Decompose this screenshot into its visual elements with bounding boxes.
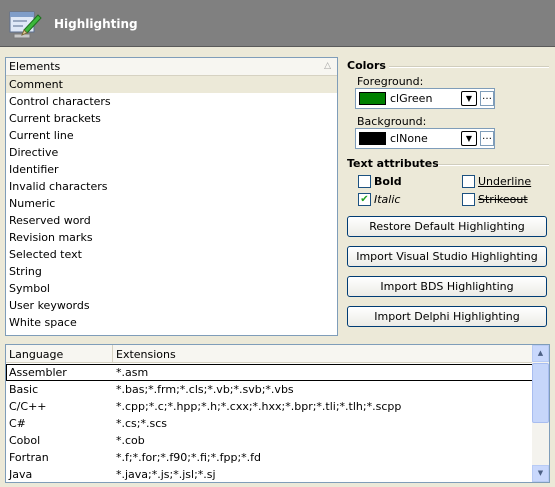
foreground-ellipsis-button[interactable]: …	[480, 91, 494, 106]
element-item-white-space[interactable]: White space	[6, 314, 337, 331]
colors-group-divider	[389, 66, 549, 68]
language-row[interactable]: Fortran *.f;*.for;*.f90;*.fi;*.fpp;*.fd	[6, 449, 533, 466]
import-delphi-highlighting-button[interactable]: Import Delphi Highlighting	[347, 306, 547, 327]
element-item-revision-marks[interactable]: Revision marks	[6, 229, 337, 246]
element-item-user-keywords[interactable]: User keywords	[6, 297, 337, 314]
foreground-color-swatch	[359, 92, 386, 105]
elements-list[interactable]: Elements △ Comment Control characters Cu…	[5, 57, 338, 336]
language-extensions-list[interactable]: Language Extensions Assembler *.asm Basi…	[5, 344, 550, 483]
column-separator[interactable]	[112, 345, 113, 363]
language-row[interactable]: Java *.java;*.js;*.jsl;*.sj	[6, 466, 533, 482]
background-label: Background:	[357, 115, 427, 128]
element-item-reserved-word[interactable]: Reserved word	[6, 212, 337, 229]
language-list-header: Language Extensions	[6, 345, 533, 363]
element-item-string[interactable]: String	[6, 263, 337, 280]
scroll-up-arrow-icon[interactable]: ▲	[532, 345, 549, 362]
language-extensions: *.java;*.js;*.jsl;*.sj	[116, 468, 216, 481]
text-attributes-group-divider	[438, 164, 549, 166]
foreground-color-name: clGreen	[390, 92, 433, 105]
elements-header-label: Elements	[9, 60, 61, 73]
language-column-header[interactable]: Language	[9, 348, 63, 361]
language-name: C#	[9, 417, 26, 430]
element-item-selected-text[interactable]: Selected text	[6, 246, 337, 263]
background-ellipsis-button[interactable]: …	[480, 131, 494, 146]
scrollbar-thumb[interactable]	[532, 363, 549, 423]
vertical-scrollbar[interactable]: ▲ ▼	[532, 345, 549, 482]
underline-checkbox[interactable]	[462, 175, 475, 188]
language-row[interactable]: Basic *.bas;*.frm;*.cls;*.vb;*.svb;*.vbs	[6, 381, 533, 398]
underline-label[interactable]: Underline	[478, 175, 531, 188]
background-color-swatch	[359, 132, 386, 145]
element-item-current-brackets[interactable]: Current brackets	[6, 110, 337, 127]
bold-label[interactable]: Bold	[374, 175, 402, 188]
extensions-column-header[interactable]: Extensions	[116, 348, 176, 361]
text-attributes-group-label: Text attributes	[347, 157, 439, 170]
highlighting-logo-icon	[9, 11, 42, 39]
import-visual-studio-highlighting-button[interactable]: Import Visual Studio Highlighting	[347, 246, 547, 267]
foreground-dropdown-arrow-icon[interactable]: ▼	[461, 91, 477, 106]
restore-default-highlighting-button[interactable]: Restore Default Highlighting	[347, 216, 547, 237]
language-name: Java	[9, 468, 33, 481]
language-extensions: *.asm	[116, 366, 149, 379]
scroll-down-arrow-icon[interactable]: ▼	[532, 465, 549, 482]
sort-ascending-icon: △	[324, 61, 331, 71]
foreground-label: Foreground:	[357, 75, 424, 88]
language-extensions: *.cpp;*.c;*.hpp;*.h;*.cxx;*.hxx;*.bpr;*.…	[116, 400, 402, 413]
import-bds-highlighting-button[interactable]: Import BDS Highlighting	[347, 276, 547, 297]
element-item-current-line[interactable]: Current line	[6, 127, 337, 144]
background-color-combo[interactable]: clNone ▼ …	[355, 128, 495, 149]
background-color-name: clNone	[390, 132, 428, 145]
element-item-numeric[interactable]: Numeric	[6, 195, 337, 212]
language-name: Basic	[9, 383, 39, 396]
italic-checkbox[interactable]: ✔	[358, 193, 371, 206]
language-extensions: *.bas;*.frm;*.cls;*.vb;*.svb;*.vbs	[116, 383, 294, 396]
element-item-control-characters[interactable]: Control characters	[6, 93, 337, 110]
background-dropdown-arrow-icon[interactable]: ▼	[461, 131, 477, 146]
foreground-color-combo[interactable]: clGreen ▼ …	[355, 88, 495, 109]
colors-group-label: Colors	[347, 59, 386, 72]
strikeout-label[interactable]: Strikeout	[478, 193, 528, 206]
bold-checkbox[interactable]	[358, 175, 371, 188]
language-extensions: *.cs;*.scs	[116, 417, 167, 430]
dialog-title: Highlighting	[54, 17, 138, 31]
language-name: Fortran	[9, 451, 49, 464]
language-row[interactable]: Cobol *.cob	[6, 432, 533, 449]
header-bar: Highlighting	[0, 0, 555, 47]
language-name: Assembler	[9, 366, 67, 379]
language-row[interactable]: Assembler *.asm	[6, 364, 533, 381]
strikeout-checkbox[interactable]	[462, 193, 475, 206]
italic-label[interactable]: Italic	[374, 193, 400, 206]
language-name: Cobol	[9, 434, 41, 447]
language-name: C/C++	[9, 400, 47, 413]
elements-column-header[interactable]: Elements △	[6, 58, 337, 76]
element-item-comment[interactable]: Comment	[6, 76, 337, 93]
language-row[interactable]: C/C++ *.cpp;*.c;*.hpp;*.h;*.cxx;*.hxx;*.…	[6, 398, 533, 415]
element-item-directive[interactable]: Directive	[6, 144, 337, 161]
element-item-invalid-characters[interactable]: Invalid characters	[6, 178, 337, 195]
language-extensions: *.f;*.for;*.f90;*.fi;*.fpp;*.fd	[116, 451, 261, 464]
element-item-symbol[interactable]: Symbol	[6, 280, 337, 297]
language-extensions: *.cob	[116, 434, 145, 447]
element-item-identifier[interactable]: Identifier	[6, 161, 337, 178]
language-row[interactable]: C# *.cs;*.scs	[6, 415, 533, 432]
